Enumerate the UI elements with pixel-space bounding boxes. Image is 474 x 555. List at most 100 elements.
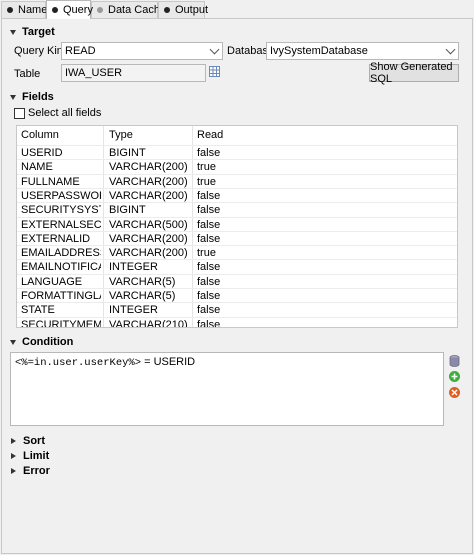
tab-label: Query: [63, 4, 93, 16]
tab-bar: Name Query Data Cache Output: [0, 0, 474, 19]
section-title: Condition: [22, 336, 74, 348]
column-cell: LANGUAGE: [21, 275, 83, 288]
read-cell: true: [197, 175, 216, 188]
condition-code: <%=in.user.userKey%>: [15, 357, 142, 369]
condition-section-header[interactable]: Condition: [10, 336, 73, 348]
read-cell: false: [197, 261, 221, 274]
error-section-header[interactable]: Error: [10, 465, 50, 477]
expand-triangle-icon: [10, 94, 16, 100]
table-row[interactable]: STATE INTEGER false: [17, 303, 457, 317]
column-cell: NAME: [21, 161, 53, 174]
section-title: Fields: [22, 91, 54, 103]
database-icon[interactable]: [449, 355, 460, 367]
table-row[interactable]: NAME VARCHAR(200) true: [17, 160, 457, 174]
select-all-checkbox[interactable]: [14, 108, 25, 119]
type-cell: VARCHAR(5): [109, 275, 176, 288]
table-row[interactable]: USERID BIGINT false: [17, 146, 457, 160]
type-cell: BIGINT: [109, 204, 146, 217]
condition-text: = USERID: [141, 356, 196, 368]
table-row[interactable]: SECURITYMEMBERID VARCHAR(210) false: [17, 318, 457, 328]
table-row[interactable]: USERPASSWORD VARCHAR(200) false: [17, 189, 457, 203]
read-cell: true: [197, 247, 216, 260]
tab-query[interactable]: Query: [46, 0, 93, 19]
type-cell: VARCHAR(200): [109, 175, 188, 188]
table-row[interactable]: SECURITYSYSTEMID BIGINT false: [17, 203, 457, 217]
table-row[interactable]: EMAILADDRESS VARCHAR(200) true: [17, 246, 457, 260]
fields-table[interactable]: Column Type Read USERID BIGINT false NAME VA…: [16, 125, 458, 328]
type-cell: VARCHAR(200): [109, 247, 188, 260]
column-header[interactable]: Column: [21, 129, 59, 141]
column-cell: EMAILNOTIFICATION: [21, 261, 101, 274]
collapse-triangle-icon: [11, 468, 16, 474]
condition-editor[interactable]: <%=in.user.userKey%> = USERID: [10, 352, 444, 426]
section-title: Target: [22, 26, 55, 38]
type-cell: VARCHAR(500): [109, 218, 188, 231]
column-cell: USERID: [21, 147, 63, 159]
table-header: Column Type Read: [17, 126, 457, 146]
column-cell: SECURITYSYSTEMID: [21, 204, 101, 217]
database-value: IvySystemDatabase: [270, 45, 368, 57]
table-row[interactable]: EMAILNOTIFICATION INTEGER false: [17, 260, 457, 274]
read-cell: true: [197, 161, 216, 174]
database-select[interactable]: IvySystemDatabase: [266, 42, 459, 60]
table-row[interactable]: EXTERNALSECURITYI VARCHAR(500) false: [17, 218, 457, 232]
select-all-label: Select all fields: [28, 107, 102, 119]
tab-label: Name: [18, 4, 48, 16]
expand-triangle-icon: [10, 29, 16, 35]
show-generated-sql-button[interactable]: Show Generated SQL: [369, 61, 459, 85]
read-cell: false: [197, 275, 221, 288]
column-header[interactable]: Type: [109, 129, 133, 141]
tab-data-cache[interactable]: Data Cache: [91, 1, 166, 18]
column-cell: FULLNAME: [21, 175, 80, 188]
column-cell: EMAILADDRESS: [21, 247, 101, 260]
section-title: Limit: [23, 450, 50, 462]
type-cell: BIGINT: [109, 147, 146, 159]
target-section-header[interactable]: Target: [10, 26, 55, 38]
fields-section-header[interactable]: Fields: [10, 91, 54, 103]
column-cell: USERPASSWORD: [21, 189, 101, 202]
query-kind-value: READ: [65, 45, 96, 57]
read-cell: false: [197, 218, 221, 231]
type-cell: VARCHAR(200): [109, 161, 188, 174]
tab-label: Output: [175, 4, 209, 16]
table-row[interactable]: FULLNAME VARCHAR(200) true: [17, 175, 457, 189]
add-icon[interactable]: [449, 371, 460, 382]
read-cell: false: [197, 189, 221, 202]
data-cache-tab-icon: [97, 7, 103, 13]
limit-section-header[interactable]: Limit: [10, 450, 49, 462]
tab-output[interactable]: Output: [158, 1, 209, 18]
table-field[interactable]: IWA_USER: [61, 64, 206, 82]
section-title: Error: [23, 465, 50, 477]
column-cell: SECURITYMEMBERID: [21, 318, 101, 328]
column-cell: EXTERNALID: [21, 232, 91, 245]
chevron-down-icon: [209, 44, 220, 55]
output-tab-icon: [164, 7, 170, 13]
read-cell: false: [197, 232, 221, 245]
column-cell: EXTERNALSECURITYI: [21, 218, 101, 231]
type-cell: VARCHAR(200): [109, 232, 188, 245]
section-title: Sort: [23, 435, 45, 447]
expand-triangle-icon: [10, 339, 16, 345]
collapse-triangle-icon: [11, 453, 16, 459]
chevron-down-icon: [445, 44, 456, 55]
table-grid-icon[interactable]: [209, 66, 220, 77]
table-row[interactable]: LANGUAGE VARCHAR(5) false: [17, 275, 457, 289]
type-cell: VARCHAR(5): [109, 290, 176, 302]
remove-icon[interactable]: [449, 387, 460, 398]
table-row[interactable]: EXTERNALID VARCHAR(200) false: [17, 232, 457, 246]
query-tab-icon: [52, 7, 58, 13]
read-cell: false: [197, 290, 221, 302]
table-row[interactable]: FORMATTINGLANGU VARCHAR(5) false: [17, 289, 457, 303]
tab-name[interactable]: Name: [1, 1, 48, 18]
name-tab-icon: [7, 7, 13, 13]
type-cell: VARCHAR(200): [109, 189, 188, 202]
read-cell: false: [197, 304, 221, 317]
query-kind-select[interactable]: READ: [61, 42, 223, 60]
button-label: Show Generated SQL: [370, 61, 453, 85]
collapse-triangle-icon: [11, 438, 16, 444]
column-cell: FORMATTINGLANGU: [21, 290, 101, 302]
table-label: Table: [14, 68, 41, 80]
sort-section-header[interactable]: Sort: [10, 435, 45, 447]
column-header[interactable]: Read: [197, 129, 223, 141]
read-cell: false: [197, 318, 221, 328]
